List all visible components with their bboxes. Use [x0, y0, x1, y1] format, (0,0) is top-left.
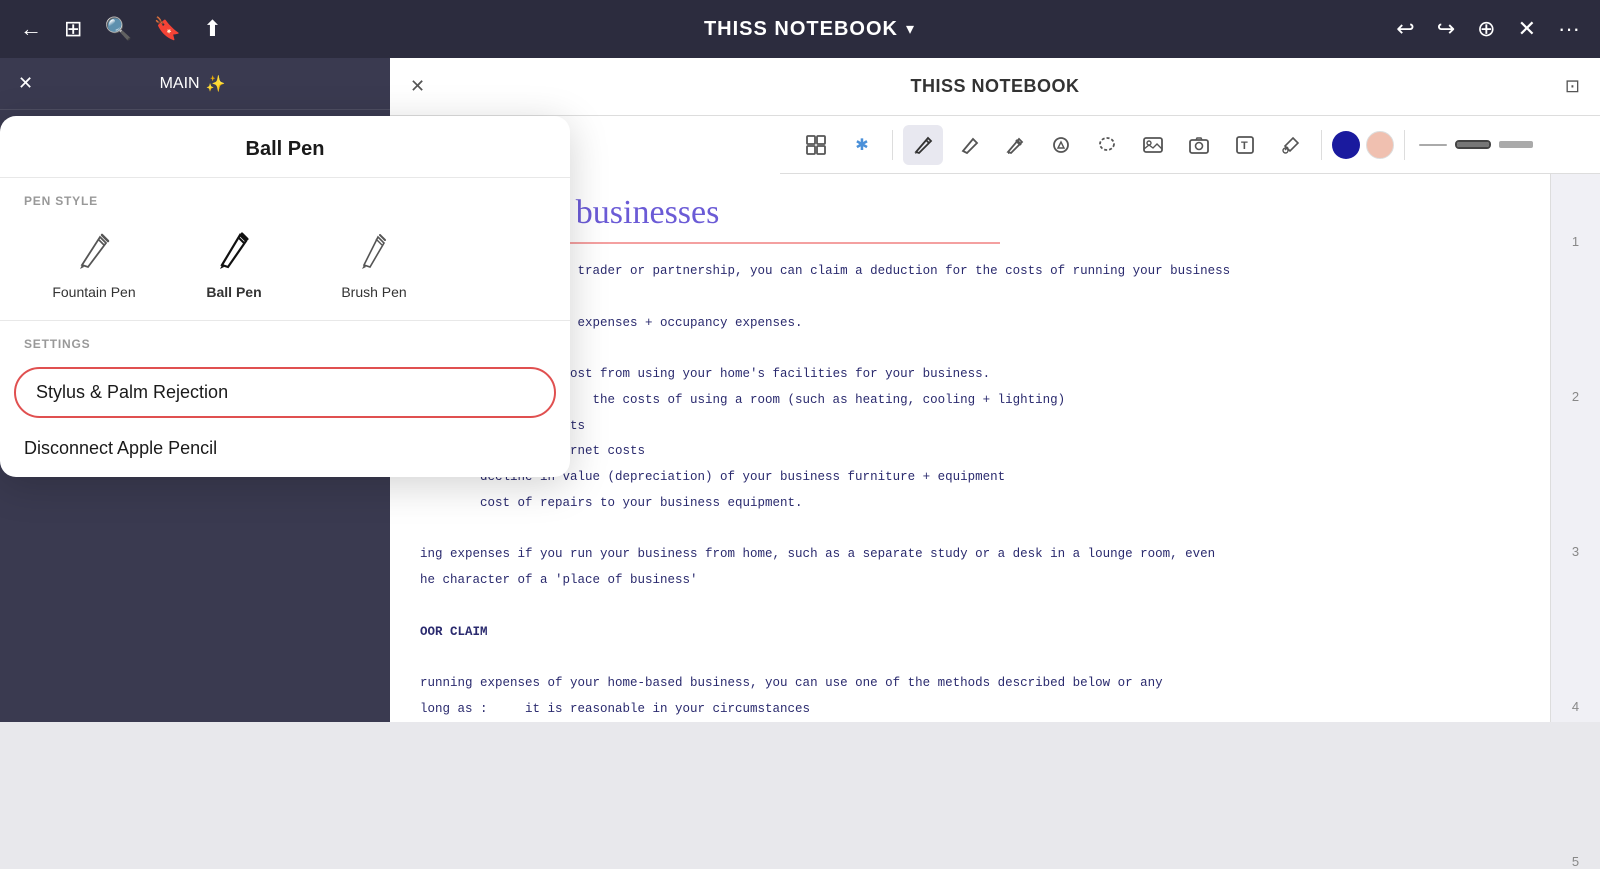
fountain-pen-icon-wrap	[69, 224, 119, 274]
ball-pen-option[interactable]: Ball Pen	[164, 224, 304, 300]
pen-tool-button[interactable]	[903, 125, 943, 165]
color-picker-peach[interactable]	[1366, 131, 1394, 159]
image-tool-button[interactable]	[1133, 125, 1173, 165]
brush-pen-label: Brush Pen	[341, 284, 406, 300]
toolbar: ✱	[780, 116, 1600, 174]
dropdown-title: Ball Pen	[0, 116, 570, 178]
stylus-item-wrapper: Stylus & Palm Rejection	[0, 359, 570, 420]
add-page-button[interactable]: ⊕	[1477, 16, 1495, 42]
eraser-tool-button[interactable]	[949, 125, 989, 165]
note-line-8: phone + internet costs	[420, 440, 1520, 464]
top-bar-left: ← ⊞ 🔍 🔖 ⬆	[20, 16, 222, 42]
bluetooth-icon[interactable]: ✱	[842, 125, 882, 165]
pen-styles-group: Fountain Pen Ball Pen	[0, 216, 570, 321]
note-line-10: cost of repairs to your business equipme…	[420, 492, 1520, 516]
page-number-2: 2	[1572, 389, 1579, 404]
disconnect-apple-pencil-label: Disconnect Apple Pencil	[24, 438, 217, 458]
toolbar-divider-1	[892, 130, 893, 160]
camera-tool-button[interactable]	[1179, 125, 1219, 165]
stroke-thin-button[interactable]	[1419, 144, 1447, 146]
note-line-17: running expenses of your home-based busi…	[420, 672, 1520, 696]
top-bar-center: THISS NOTEBOOK ▾	[704, 18, 914, 41]
fountain-pen-label: Fountain Pen	[52, 284, 135, 300]
toolbar-divider-2	[1321, 130, 1322, 160]
share-icon[interactable]: ⬆	[203, 16, 221, 42]
fountain-pen-option[interactable]: Fountain Pen	[24, 224, 164, 300]
page-number-5: 5	[1572, 854, 1579, 869]
ball-pen-icon	[212, 227, 256, 271]
note-line-5: 3) The increased cost from using your ho…	[420, 363, 1520, 387]
top-bar-right: ↩ ↪ ⊕ ✕ ···	[1396, 16, 1580, 42]
note-line-7: cleaning costs	[420, 415, 1520, 439]
pen-style-label: PEN STYLE	[0, 178, 570, 216]
sidebar-header: ✕ MAIN ✨	[0, 58, 390, 110]
disconnect-apple-pencil-button[interactable]: Disconnect Apple Pencil	[0, 420, 570, 477]
stroke-medium-button[interactable]	[1457, 142, 1489, 147]
top-bar: ← ⊞ 🔍 🔖 ⬆ THISS NOTEBOOK ▾ ↩ ↪ ⊕ ✕ ···	[0, 0, 1600, 58]
handwritten-title: n for small businesses	[420, 194, 1520, 232]
sidebar-title-icon: ✨	[206, 74, 226, 94]
back-button[interactable]: ←	[20, 16, 42, 42]
page-number-1: 1	[1572, 234, 1579, 249]
note-line-12: ing expenses if you run your business fr…	[420, 543, 1520, 567]
layout-icon[interactable]	[796, 125, 836, 165]
notebook-close-button[interactable]: ✕	[410, 76, 425, 97]
sidebar-close-button[interactable]: ✕	[18, 73, 33, 94]
note-line-3: f expenses : running expenses + occupanc…	[420, 312, 1520, 336]
note-line-15: OOR CLAIM	[420, 621, 1520, 645]
ball-pen-icon-wrap	[209, 224, 259, 274]
toolbar-divider-3	[1404, 130, 1405, 160]
page-numbers: 1 2 3 4 5	[1550, 174, 1600, 722]
note-line-13: he character of a 'place of business'	[420, 569, 1520, 593]
shapes-tool-button[interactable]	[1041, 125, 1081, 165]
note-line-16	[420, 646, 1520, 670]
sidebar-title-text: MAIN	[160, 75, 200, 93]
notebook-header: ✕ THISS NOTEBOOK ⊡	[390, 58, 1600, 116]
sidebar-title: MAIN ✨	[160, 74, 226, 94]
note-line-6: For example : the costs of using a room …	[420, 389, 1520, 413]
marker-tool-button[interactable]	[995, 125, 1035, 165]
split-view-button[interactable]: ⊡	[1565, 76, 1580, 97]
fountain-pen-icon	[72, 227, 116, 271]
brush-pen-icon-wrap	[349, 224, 399, 274]
ball-pen-label: Ball Pen	[206, 284, 261, 300]
note-line-9: decline in value (depreciation) of your …	[420, 466, 1520, 490]
svg-text:T: T	[1241, 140, 1248, 152]
pen-style-dropdown: Ball Pen PEN STYLE Fountain Pen	[0, 116, 570, 477]
redo-button[interactable]: ↪	[1437, 16, 1455, 42]
color-picker-dark-blue[interactable]	[1332, 131, 1360, 159]
brush-pen-icon	[352, 227, 396, 271]
note-line-11	[420, 518, 1520, 542]
note-line-18: long as : it is reasonable in your circu…	[420, 698, 1520, 722]
undo-button[interactable]: ↩	[1396, 16, 1414, 42]
notebook-area: ✱	[390, 58, 1600, 722]
bookmark-icon[interactable]: 🔖	[154, 16, 181, 42]
grid-icon[interactable]: ⊞	[64, 16, 82, 42]
brush-pen-option[interactable]: Brush Pen	[304, 224, 444, 300]
stroke-thick-button[interactable]	[1499, 141, 1533, 148]
notebook-header-title: THISS NOTEBOOK	[910, 76, 1079, 97]
note-line-2	[420, 286, 1520, 310]
more-button[interactable]: ···	[1558, 16, 1580, 42]
page-number-4: 4	[1572, 699, 1579, 714]
note-line-1: r business as a sole trader or partnersh…	[420, 260, 1520, 284]
settings-label: SETTINGS	[0, 321, 570, 359]
note-line-4	[420, 337, 1520, 361]
notebook-title: THISS NOTEBOOK	[704, 18, 898, 41]
stroke-size-group	[1415, 141, 1533, 148]
stylus-palm-rejection-button[interactable]: Stylus & Palm Rejection	[14, 367, 556, 418]
text-tool-button[interactable]: T	[1225, 125, 1265, 165]
eyedrop-tool-button[interactable]	[1271, 125, 1311, 165]
search-icon[interactable]: 🔍	[104, 16, 131, 42]
note-line-14	[420, 595, 1520, 619]
stylus-palm-rejection-label: Stylus & Palm Rejection	[36, 382, 228, 402]
title-chevron[interactable]: ▾	[906, 19, 914, 39]
close-button[interactable]: ✕	[1518, 16, 1536, 42]
lasso-tool-button[interactable]	[1087, 125, 1127, 165]
page-number-3: 3	[1572, 544, 1579, 559]
note-body: r business as a sole trader or partnersh…	[420, 260, 1520, 722]
